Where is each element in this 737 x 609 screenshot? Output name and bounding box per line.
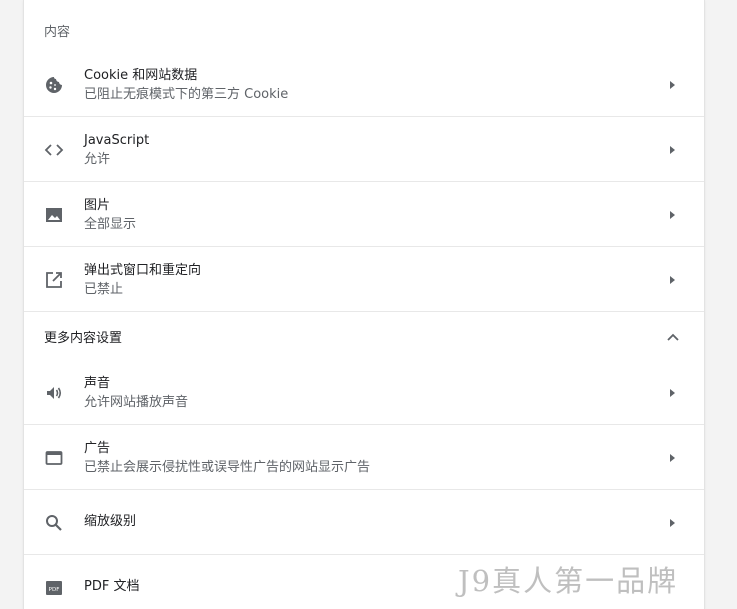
row-subtitle: 已禁止会展示侵扰性或误导性广告的网站显示广告 — [84, 460, 371, 475]
chevron-right-icon — [670, 81, 675, 89]
chevron-right-icon — [670, 276, 675, 284]
row-cookies[interactable]: Cookie 和网站数据 已阻止无痕模式下的第三方 Cookie — [24, 53, 704, 117]
chevron-right-icon — [670, 211, 675, 219]
chevron-up-icon[interactable] — [666, 330, 680, 344]
section-title-more[interactable]: 更多内容设置 — [44, 327, 122, 346]
row-sound[interactable]: 声音 允许网站播放声音 — [24, 361, 704, 425]
row-title: Cookie 和网站数据 — [84, 68, 198, 83]
row-subtitle: 已阻止无痕模式下的第三方 Cookie — [84, 87, 289, 102]
row-title: 弹出式窗口和重定向 — [84, 263, 202, 278]
row-title: 声音 — [84, 376, 111, 391]
chevron-right-icon — [670, 389, 675, 397]
chevron-right-icon — [670, 146, 675, 154]
watermark-text: J9真人第一品牌 — [458, 564, 679, 598]
row-title: 缩放级别 — [84, 514, 137, 529]
row-popups[interactable]: 弹出式窗口和重定向 已禁止 — [24, 248, 704, 312]
pdf-icon: PDF — [46, 581, 62, 595]
code-icon — [44, 144, 64, 156]
row-subtitle: 已禁止 — [84, 282, 124, 297]
row-subtitle: 允许 — [84, 152, 111, 167]
row-title: PDF 文档 — [84, 579, 140, 594]
ads-window-icon — [45, 451, 63, 465]
image-icon — [46, 208, 62, 222]
row-ads[interactable]: 广告 已禁止会展示侵扰性或误导性广告的网站显示广告 — [24, 426, 704, 490]
row-subtitle: 全部显示 — [84, 217, 137, 232]
svg-text:PDF: PDF — [49, 587, 60, 593]
cookie-icon — [46, 77, 62, 93]
open-in-new-icon — [46, 272, 62, 288]
row-zoom[interactable]: 缩放级别 — [24, 491, 704, 555]
row-javascript[interactable]: JavaScript 允许 — [24, 118, 704, 182]
search-icon — [46, 515, 62, 531]
row-subtitle: 允许网站播放声音 — [84, 395, 189, 410]
volume-icon — [47, 387, 62, 399]
chevron-right-icon — [670, 454, 675, 462]
section-title-content: 内容 — [44, 25, 71, 40]
settings-card: 内容 Cookie 和网站数据 已阻止无痕模式下的第三方 Cookie Java… — [24, 0, 704, 609]
row-title: 广告 — [84, 441, 111, 456]
row-images[interactable]: 图片 全部显示 — [24, 183, 704, 247]
row-title: 图片 — [84, 198, 111, 213]
row-title: JavaScript — [84, 133, 150, 148]
chevron-right-icon — [670, 519, 675, 527]
